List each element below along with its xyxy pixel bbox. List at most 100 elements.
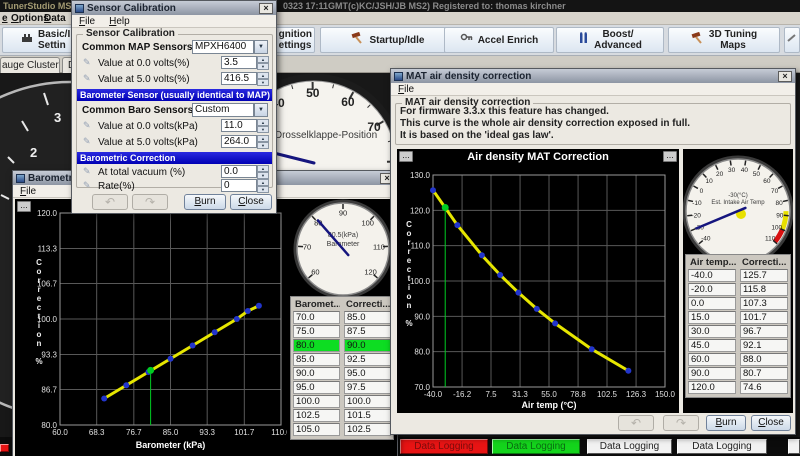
baro-v5-input[interactable]: 264.0 <box>221 135 257 148</box>
menu-help[interactable]: Help <box>109 16 130 27</box>
curve-point[interactable] <box>123 382 129 388</box>
menu-file[interactable]: File <box>79 16 95 27</box>
table-cell[interactable]: 102.5 <box>293 409 340 422</box>
data-logging-button-green[interactable]: Data Logging <box>492 439 580 454</box>
baro-v5-stepper[interactable]: ▲▼ <box>257 135 269 148</box>
curve-point[interactable] <box>245 308 251 314</box>
close-icon[interactable]: × <box>259 3 273 14</box>
table-cell[interactable]: 101.5 <box>344 409 391 422</box>
table-cell[interactable]: 15.0 <box>688 311 736 324</box>
table-cell[interactable]: 95.0 <box>344 367 391 380</box>
toolbar-button-partial[interactable] <box>784 27 800 53</box>
curve-point[interactable] <box>552 320 558 326</box>
curve-point[interactable] <box>625 368 631 374</box>
table-cell[interactable]: 120.0 <box>688 381 736 394</box>
burn-button[interactable]: Burn <box>706 415 746 431</box>
toolbar-button-startup-idle[interactable]: Startup/Idle <box>320 27 456 53</box>
table-cell[interactable]: 102.5 <box>344 423 391 436</box>
mat-correction-chart[interactable]: -40.0-16.27.531.355.078.8102.5126.3150.0… <box>397 165 679 413</box>
baro-correction-chart[interactable]: 60.068.376.785.093.3101.7110.0120.0113.3… <box>15 199 287 456</box>
map-v5-input[interactable]: 416.5 <box>221 72 257 85</box>
table-cell[interactable]: 105.0 <box>293 423 340 436</box>
table-cell[interactable]: 70.0 <box>293 311 340 324</box>
baro-sensor-select[interactable]: Custom <box>192 103 254 117</box>
table-cell[interactable]: 107.3 <box>740 297 788 310</box>
menu-data[interactable]: Data <box>44 12 66 25</box>
redo-button[interactable]: ↷ <box>132 194 168 210</box>
data-logging-button-plain-1[interactable]: Data Logging <box>587 439 672 454</box>
table-cell[interactable]: 74.6 <box>740 381 788 394</box>
table-cell[interactable]: 100.0 <box>293 395 340 408</box>
table-cell[interactable]: 60.0 <box>688 353 736 366</box>
curve-point[interactable] <box>454 222 460 228</box>
table-cell[interactable]: 90.0 <box>344 339 391 352</box>
curve-point[interactable] <box>190 343 196 349</box>
chart-options-button[interactable]: ... <box>663 151 677 162</box>
curve-point[interactable] <box>101 396 107 402</box>
table-cell[interactable]: 90.0 <box>688 367 736 380</box>
menu-file[interactable]: File <box>398 84 414 95</box>
curve-point[interactable] <box>168 356 174 362</box>
curve-point[interactable] <box>515 290 521 296</box>
toolbar-button-accel-enrich[interactable]: Accel Enrich <box>444 27 554 53</box>
table-cell[interactable]: 87.5 <box>344 325 391 338</box>
table-cell[interactable]: 0.0 <box>688 297 736 310</box>
table-cell[interactable]: -40.0 <box>688 269 736 282</box>
data-logging-button-red[interactable]: Data Logging <box>400 439 488 454</box>
mat-window-titlebar[interactable]: MAT air density correction × <box>391 69 795 83</box>
data-logging-button-plain-2[interactable]: Data Logging <box>677 439 767 454</box>
table-cell[interactable]: 115.8 <box>740 283 788 296</box>
baro-v0-stepper[interactable]: ▲▼ <box>257 119 269 132</box>
chevron-down-icon[interactable]: ▼ <box>254 40 268 54</box>
curve-point[interactable] <box>234 316 240 322</box>
close-button[interactable]: Close <box>751 415 791 431</box>
map-v0-input[interactable]: 3.5 <box>221 56 257 69</box>
menu-file[interactable]: e <box>2 12 8 25</box>
redo-button[interactable]: ↷ <box>663 415 699 431</box>
tab-gauge-cluster[interactable]: auge Cluster <box>0 57 60 73</box>
data-logging-button-partial[interactable] <box>788 439 800 454</box>
map-v0-stepper[interactable]: ▲▼ <box>257 56 269 69</box>
table-cell[interactable]: 92.1 <box>740 339 788 352</box>
close-icon[interactable]: × <box>778 71 792 82</box>
curve-point[interactable] <box>589 346 595 352</box>
toolbar-button-boost-advanced[interactable]: Boost/Advanced <box>556 27 664 53</box>
curve-point[interactable] <box>497 272 503 278</box>
table-cell[interactable]: 75.0 <box>293 325 340 338</box>
curve-point[interactable] <box>212 329 218 335</box>
rate-stepper[interactable]: ▲▼ <box>257 179 269 192</box>
data-logging-button-stub[interactable] <box>0 444 9 452</box>
table-cell[interactable]: 80.7 <box>740 367 788 380</box>
table-cell[interactable]: 96.7 <box>740 325 788 338</box>
table-cell[interactable]: -20.0 <box>688 283 736 296</box>
table-cell[interactable]: 80.0 <box>293 339 340 352</box>
menu-file[interactable]: File <box>20 186 36 197</box>
table-cell[interactable]: 85.0 <box>293 353 340 366</box>
table-cell[interactable]: 45.0 <box>688 339 736 352</box>
map-sensor-select[interactable]: MPXH6400 <box>192 40 254 54</box>
table-cell[interactable]: 100.0 <box>344 395 391 408</box>
close-button[interactable]: Close <box>230 194 272 210</box>
curve-point[interactable] <box>256 303 262 309</box>
rate-input[interactable]: 0 <box>221 179 257 192</box>
table-cell[interactable]: 95.0 <box>293 381 340 394</box>
undo-button[interactable]: ↶ <box>618 415 654 431</box>
table-cell[interactable]: 92.5 <box>344 353 391 366</box>
table-cell[interactable]: 97.5 <box>344 381 391 394</box>
chart-options-button[interactable]: ... <box>399 151 413 162</box>
vacuum-stepper[interactable]: ▲▼ <box>257 165 269 178</box>
burn-button[interactable]: Burn <box>184 194 226 210</box>
map-v5-stepper[interactable]: ▲▼ <box>257 72 269 85</box>
table-cell[interactable]: 125.7 <box>740 269 788 282</box>
vacuum-input[interactable]: 0.0 <box>221 165 257 178</box>
toolbar-button-3d-tuning-maps[interactable]: 3D TuningMaps <box>668 27 780 53</box>
baro-v0-input[interactable]: 11.0 <box>221 119 257 132</box>
curve-point[interactable] <box>534 306 540 312</box>
curve-point[interactable] <box>479 252 485 258</box>
sensor-dialog-titlebar[interactable]: Sensor Calibration × <box>72 1 276 15</box>
table-cell[interactable]: 101.7 <box>740 311 788 324</box>
curve-point[interactable] <box>430 187 436 193</box>
chevron-down-icon[interactable]: ▼ <box>254 103 268 117</box>
undo-button[interactable]: ↶ <box>92 194 128 210</box>
table-cell[interactable]: 30.0 <box>688 325 736 338</box>
